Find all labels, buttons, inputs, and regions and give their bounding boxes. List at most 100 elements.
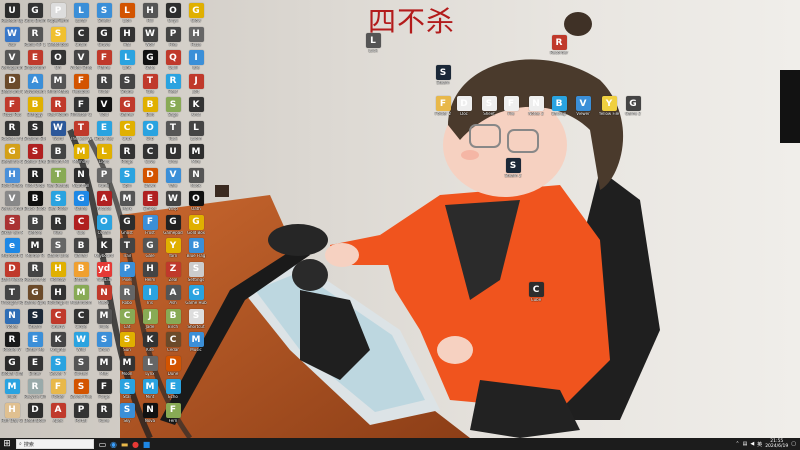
desktop-icon[interactable]: V Viewer xyxy=(572,96,594,117)
desktop-icon[interactable]: S Snow xyxy=(93,332,115,353)
desktop-icon[interactable]: U Reslead Up xyxy=(1,3,23,24)
desktop-icon[interactable]: R Rider xyxy=(93,73,115,95)
desktop-icon[interactable]: M Memory xyxy=(70,144,92,165)
desktop-icon[interactable]: H Hat xyxy=(116,26,138,48)
desktop-icon[interactable]: G Ghost xyxy=(116,214,138,236)
desktop-icon[interactable]: H Holiday xyxy=(47,261,69,283)
desktop-icon[interactable]: W Wild xyxy=(70,332,92,353)
desktop-icon[interactable]: TThought Rock xyxy=(1,285,23,306)
desktop-icon[interactable]: C Crux xyxy=(116,120,138,142)
desktop-icon[interactable]: F Fern xyxy=(162,402,184,424)
desktop-icon[interactable]: C Cube xyxy=(525,282,547,303)
desktop-icon[interactable]: M Mark xyxy=(116,191,138,212)
desktop-icon[interactable]: C Cove xyxy=(139,144,161,165)
desktop-icon[interactable]: B Birch xyxy=(162,308,184,330)
desktop-icon[interactable]: G Gale xyxy=(139,238,161,259)
desktop-icon[interactable]: R Recorder xyxy=(548,35,570,56)
desktop-icon[interactable]: F File xyxy=(500,96,522,117)
desktop-icon[interactable]: S Sheet xyxy=(478,96,500,117)
desktop-icon[interactable]: F Folder xyxy=(47,379,69,400)
desktop-icon[interactable]: H Hill xyxy=(139,3,161,24)
desktop-icon[interactable]: D Dune xyxy=(162,355,184,377)
desktop-icon[interactable]: VVerlagerun Messum xyxy=(1,50,23,71)
desktop-icon[interactable]: SStellar Dreams xyxy=(24,144,46,165)
desktop-icon[interactable]: H Hold Shake xyxy=(1,167,23,189)
desktop-icon[interactable]: B Backup xyxy=(548,96,570,117)
desktop-icon[interactable]: V Void xyxy=(93,97,115,118)
desktop-icon[interactable]: C Chain xyxy=(70,26,92,48)
desktop-icon[interactable]: S Sorted xyxy=(70,355,92,377)
input-language[interactable]: 英 xyxy=(757,441,762,448)
desktop-icon[interactable]: G Game Hub xyxy=(185,285,207,306)
desktop-icon[interactable]: R Robo xyxy=(116,285,138,306)
desktop-icon[interactable]: N Notes xyxy=(1,308,23,330)
desktop-icon[interactable]: J Jolt xyxy=(185,73,207,95)
desktop-icon[interactable]: S Shield xyxy=(93,3,115,24)
desktop-icon[interactable]: U Ursa xyxy=(162,144,184,165)
task-view-button[interactable]: ▭ xyxy=(97,438,108,450)
desktop-icon[interactable]: SSiklar ein Manaraksen xyxy=(1,214,23,236)
desktop-icon[interactable]: D Dawn xyxy=(139,167,161,189)
desktop-icon[interactable]: R Reef xyxy=(162,73,184,95)
taskbar-app-button[interactable]: ■ xyxy=(141,438,152,450)
desktop-icon[interactable]: C Cedar xyxy=(162,332,184,353)
desktop-icon[interactable]: HHoldings in Bloodskell xyxy=(47,285,69,306)
desktop-icon[interactable]: E Enter Me xyxy=(24,332,46,353)
desktop-icon[interactable]: L Lion xyxy=(116,3,138,24)
desktop-icon[interactable]: M Murder R xyxy=(24,238,46,259)
desktop-icon[interactable]: P Panel xyxy=(93,167,115,189)
desktop-icon[interactable]: M Muki xyxy=(1,379,23,400)
desktop-icon[interactable]: BBrilliant Mine xyxy=(47,144,69,165)
desktop-icon[interactable]: S Shade xyxy=(116,73,138,95)
desktop-icon[interactable]: P Pike xyxy=(162,26,184,48)
desktop-icon[interactable]: W War xyxy=(1,26,23,48)
desktop-icon[interactable]: H Haze xyxy=(185,26,207,48)
desktop-icon[interactable]: EEmporium Game xyxy=(24,50,46,71)
desktop-icon[interactable]: W Wolf xyxy=(139,26,161,48)
desktop-icon[interactable]: S Settings xyxy=(185,261,207,283)
desktop-icon[interactable]: M Mind Matter xyxy=(47,73,69,95)
desktop-icon[interactable]: G Grave xyxy=(93,26,115,48)
desktop-icon[interactable]: GGlobal Chamber xyxy=(1,355,23,377)
desktop-icon[interactable]: GGeraint's Geoum xyxy=(1,144,23,165)
desktop-icon[interactable]: P Pixel xyxy=(116,261,138,283)
desktop-icon[interactable]: S Saved Files xyxy=(70,379,92,400)
desktop-icon[interactable]: DDead and Breaken xyxy=(1,73,23,95)
desktop-icon[interactable]: RReasons to Physical xyxy=(24,261,46,283)
desktop-icon[interactable]: S Sea Rider xyxy=(47,191,69,212)
desktop-icon[interactable]: K Knights xyxy=(47,332,69,353)
desktop-icon[interactable]: A Ash xyxy=(162,285,184,306)
desktop-icon[interactable]: V Vale xyxy=(162,167,184,189)
desktop-icon[interactable]: B Blarggy xyxy=(24,97,46,118)
desktop-icon[interactable]: S Sky xyxy=(116,402,138,424)
desktop-icon[interactable]: yd Youdao xyxy=(93,261,115,283)
desktop-icon[interactable]: C Circle xyxy=(70,308,92,330)
desktop-icon[interactable]: J Jade xyxy=(139,308,161,330)
desktop-icon[interactable]: O Orb xyxy=(139,120,161,142)
volume-icon[interactable]: ◀ xyxy=(750,441,754,447)
desktop-icon[interactable]: F Feudbox xyxy=(70,73,92,95)
desktop-icon[interactable]: Y Yarn xyxy=(162,238,184,259)
desktop-icon[interactable]: F Forge xyxy=(93,379,115,400)
desktop-icon[interactable]: N Nightfall xyxy=(70,167,92,189)
desktop-icon[interactable]: AAdvanced Setup xyxy=(24,73,46,95)
desktop-icon[interactable]: W Wisp xyxy=(162,191,184,212)
desktop-icon[interactable]: T Tea Beauty xyxy=(47,167,69,189)
taskbar-chrome-button[interactable]: ● xyxy=(130,438,141,450)
desktop-icon[interactable]: A Arcade xyxy=(93,191,115,212)
desktop-icon[interactable]: O Ori xyxy=(47,50,69,71)
desktop-icon[interactable]: SShalom Sheen xyxy=(24,120,46,142)
desktop-icon[interactable]: F Frost xyxy=(139,214,161,236)
desktop-icon[interactable]: E Ender xyxy=(24,355,46,377)
taskbar-explorer-button[interactable]: ▬ xyxy=(119,438,130,450)
notification-icon[interactable]: ▢ xyxy=(791,441,796,447)
desktop-icon[interactable]: G Guru Brain xyxy=(24,3,46,24)
start-button[interactable]: ⊞ xyxy=(0,438,14,450)
desktop-icon[interactable]: C Cue xyxy=(70,214,92,236)
desktop-icon[interactable]: R Ridge xyxy=(116,144,138,165)
desktop-icon[interactable]: L Lynx xyxy=(139,355,161,377)
desktop-icon[interactable]: M Music xyxy=(185,332,207,353)
desktop-icon[interactable]: HHalf Day Game xyxy=(1,402,23,424)
desktop-icon[interactable]: R Rune xyxy=(93,402,115,424)
desktop-icon[interactable]: S Sketchbox xyxy=(47,26,69,48)
